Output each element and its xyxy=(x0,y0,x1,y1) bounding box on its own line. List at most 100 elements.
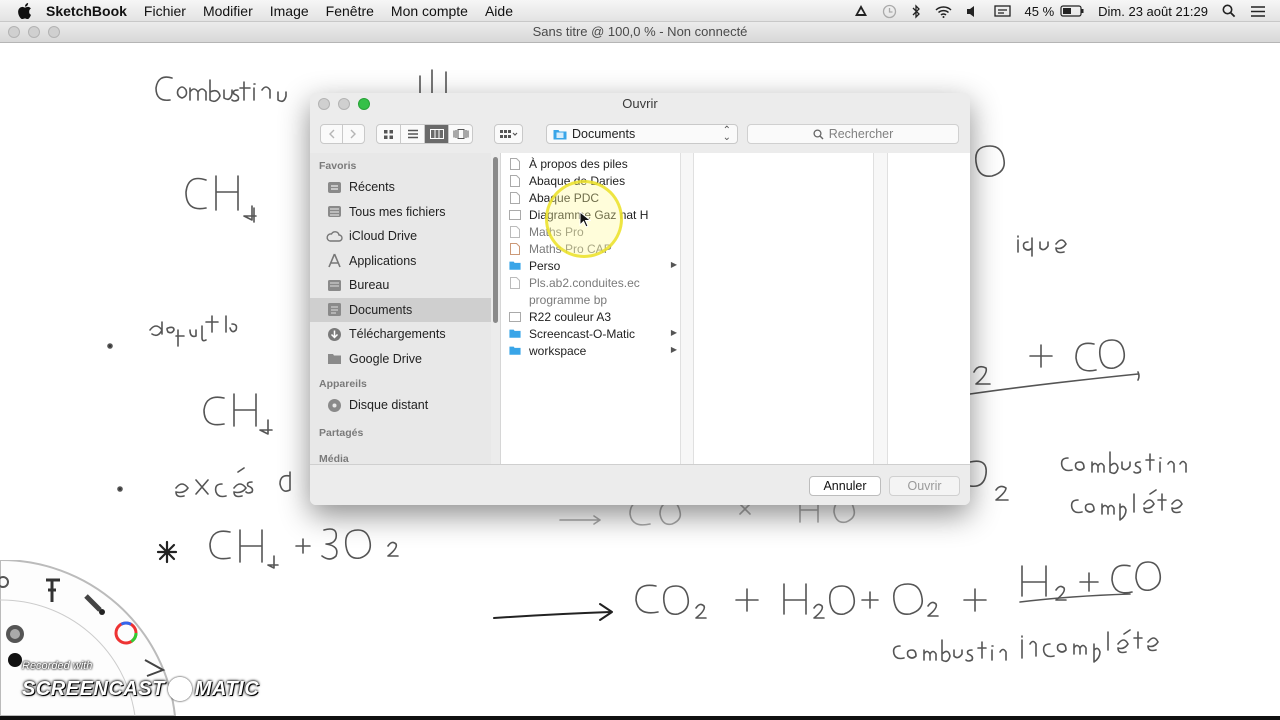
time-machine-icon[interactable] xyxy=(882,4,897,19)
wifi-icon[interactable] xyxy=(934,5,952,18)
downloads-icon xyxy=(326,326,343,343)
menu-mon-compte[interactable]: Mon compte xyxy=(391,3,468,19)
menu-fichier[interactable]: Fichier xyxy=(144,3,186,19)
folder-row[interactable]: Perso ▶ xyxy=(501,257,680,274)
minimize-window-button[interactable] xyxy=(28,26,40,38)
apple-icon[interactable] xyxy=(18,2,32,19)
sidebar-item-documents[interactable]: Documents xyxy=(310,297,491,322)
sidebar-item-recents[interactable]: Récents xyxy=(310,175,491,200)
sidebar-heading-media: Média xyxy=(319,452,349,465)
recorded-with-label: Recorded with xyxy=(22,660,93,672)
display-icon[interactable] xyxy=(993,4,1011,18)
sidebar-scrollbar[interactable] xyxy=(491,153,500,464)
zoom-window-button[interactable] xyxy=(48,26,60,38)
sidebar-item-icloud-drive[interactable]: iCloud Drive xyxy=(310,224,491,249)
document-icon xyxy=(509,310,521,323)
dialog-minimize-button[interactable] xyxy=(338,98,350,110)
folder-name: Perso xyxy=(529,258,561,273)
dialog-close-button[interactable] xyxy=(318,98,330,110)
column-view-button[interactable] xyxy=(424,124,449,144)
menu-aide[interactable]: Aide xyxy=(485,3,513,19)
battery-icon[interactable] xyxy=(1060,5,1084,17)
cloud-icon xyxy=(326,228,343,245)
menu-image[interactable]: Image xyxy=(270,3,309,19)
dialog-footer: Annuler Ouvrir xyxy=(310,464,970,505)
disclosure-arrow-icon: ▶ xyxy=(670,345,677,354)
sidebar-item-bureau[interactable]: Bureau xyxy=(310,273,491,298)
document-icon xyxy=(509,191,521,204)
menu-fenetre[interactable]: Fenêtre xyxy=(326,3,374,19)
spotlight-search-icon[interactable] xyxy=(1222,4,1236,18)
folder-row[interactable]: workspace ▶ xyxy=(501,342,680,359)
close-window-button[interactable] xyxy=(8,26,20,38)
sidebar-item-label: Disque distant xyxy=(349,398,429,413)
open-button[interactable]: Ouvrir xyxy=(889,476,960,496)
file-row[interactable]: À propos des piles xyxy=(501,155,680,172)
columns-icon xyxy=(429,129,444,139)
grid-icon xyxy=(384,129,393,139)
column-gap xyxy=(681,153,694,464)
sidebar-item-telechargements[interactable]: Téléchargements xyxy=(310,322,491,347)
folder-row[interactable]: Screencast-O-Matic ▶ xyxy=(501,325,680,342)
sidebar-item-label: Applications xyxy=(349,253,417,268)
brush-color-icon[interactable] xyxy=(8,653,22,667)
sidebar-heading-appareils: Appareils xyxy=(319,378,367,390)
menubar-clock[interactable]: Dim. 23 août 21:29 xyxy=(1098,4,1208,19)
sidebar-item-label: Tous mes fichiers xyxy=(349,204,446,219)
back-button[interactable] xyxy=(320,124,343,144)
cover-flow-button[interactable] xyxy=(448,124,473,144)
search-field[interactable]: Rechercher xyxy=(747,124,959,144)
file-row[interactable]: Pls.ab2.conduites.ec xyxy=(501,274,680,291)
sidebar: Favoris Récents Tous mes fichiers iCloud… xyxy=(310,153,491,464)
sidebar-item-label: iCloud Drive xyxy=(349,229,418,244)
logo-ring-icon xyxy=(167,677,192,701)
menu-app-name[interactable]: SketchBook xyxy=(46,3,127,19)
sidebar-item-google-drive[interactable]: Google Drive xyxy=(310,347,491,372)
menu-modifier[interactable]: Modifier xyxy=(203,3,253,19)
sidebar-item-all-files[interactable]: Tous mes fichiers xyxy=(310,200,491,225)
file-name: À propos des piles xyxy=(529,156,628,171)
sidebar-scroll-thumb[interactable] xyxy=(493,157,498,323)
document-icon xyxy=(509,157,521,170)
bluetooth-icon[interactable] xyxy=(911,3,921,19)
bottom-edge xyxy=(0,716,1280,720)
sidebar-item-label: Documents xyxy=(349,302,413,317)
document-icon xyxy=(509,293,521,306)
recents-icon xyxy=(326,179,343,196)
document-icon xyxy=(509,225,521,238)
disclosure-arrow-icon: ▶ xyxy=(670,260,677,269)
dialog-zoom-button[interactable] xyxy=(358,98,370,110)
dialog-title: Ouvrir xyxy=(622,96,658,111)
volume-icon[interactable] xyxy=(966,5,980,18)
status-area: 45 % Dim. 23 août 21:29 xyxy=(854,0,1280,22)
sidebar-item-label: Google Drive xyxy=(349,351,422,366)
file-name: Pls.ab2.conduites.ec xyxy=(529,275,640,290)
desktop-icon xyxy=(326,277,343,294)
chevron-left-icon xyxy=(329,129,335,139)
document-icon xyxy=(509,276,521,289)
arrange-grid-icon xyxy=(500,130,518,138)
file-row[interactable]: programme bp xyxy=(501,291,680,308)
empty-column xyxy=(694,153,874,464)
search-icon xyxy=(813,128,824,139)
chevron-right-icon xyxy=(350,129,356,139)
icon-view-button[interactable] xyxy=(376,124,401,144)
folder-icon xyxy=(326,350,343,367)
list-icon xyxy=(407,129,418,139)
file-row[interactable]: R22 couleur A3 xyxy=(501,308,680,325)
cancel-button[interactable]: Annuler xyxy=(809,476,881,496)
brush-size-icon[interactable] xyxy=(6,625,24,643)
notification-center-icon[interactable] xyxy=(1250,5,1266,18)
list-view-button[interactable] xyxy=(400,124,425,144)
folder-icon xyxy=(509,327,521,340)
location-popup[interactable]: Documents ⌃ ⌄ xyxy=(546,124,738,144)
forward-button[interactable] xyxy=(342,124,365,144)
arrange-button[interactable] xyxy=(494,124,523,144)
sidebar-item-label: Bureau xyxy=(349,278,390,293)
drive-sync-icon[interactable] xyxy=(854,4,868,18)
document-icon xyxy=(509,174,521,187)
sidebar-item-applications[interactable]: Applications xyxy=(310,249,491,274)
sidebar-item-disque-distant[interactable]: Disque distant xyxy=(310,393,491,418)
menu-bar: SketchBook Fichier Modifier Image Fenêtr… xyxy=(0,0,1280,22)
document-icon xyxy=(509,208,521,221)
